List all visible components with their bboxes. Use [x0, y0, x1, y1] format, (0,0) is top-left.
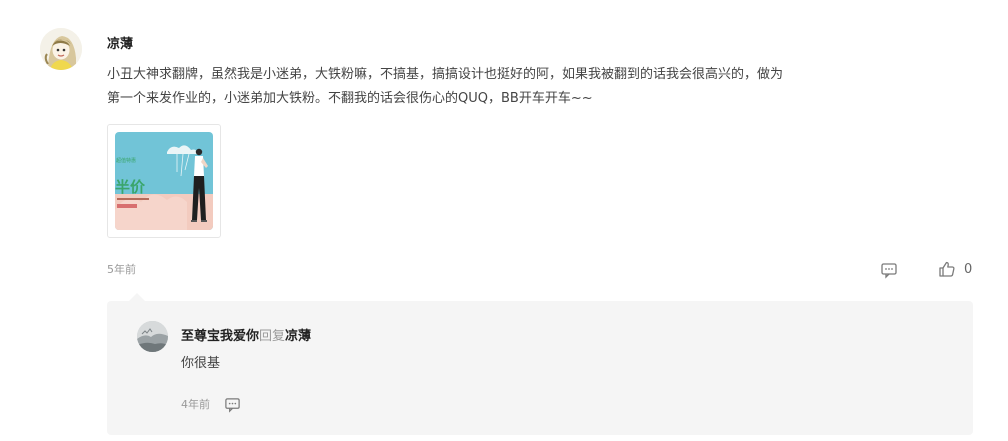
author-name[interactable]: 凉薄 [107, 36, 133, 54]
comment-text: 小丑大神求翻牌，虽然我是小迷弟，大铁粉嘛，不搞基，搞搞设计也挺好的阿，如果我被翻… [107, 67, 784, 106]
reply-author-avatar[interactable] [137, 321, 168, 352]
poster-image: 超值特惠 半价 [115, 132, 213, 230]
reply-thread: 至尊宝我爱你回复凉薄 你很基 4年前 [107, 301, 973, 435]
svg-text:超值特惠: 超值特惠 [116, 157, 136, 164]
comment-item: 凉薄 小丑大神求翻牌，虽然我是小迷弟，大铁粉嘛，不搞基，搞搞设计也挺好的阿，如果… [0, 0, 1008, 441]
reply-header: 至尊宝我爱你回复凉薄 [181, 328, 311, 346]
thumbs-up-icon [939, 261, 955, 277]
reply-author-name[interactable]: 至尊宝我爱你 [181, 329, 259, 344]
reply-timestamp: 4年前 [181, 398, 210, 411]
reply-box-pointer [129, 293, 145, 301]
comment-bubble-icon [225, 398, 240, 413]
like-count: 0 [964, 261, 973, 277]
comment-bubble-icon [881, 263, 897, 279]
poster-thumbnail-icon[interactable]: 超值特惠 半价 [115, 132, 213, 230]
reply-label: 回复 [259, 329, 286, 344]
reply-target-name[interactable]: 凉薄 [285, 329, 311, 344]
reply-button[interactable] [880, 261, 898, 279]
comment-timestamp: 5年前 [107, 263, 136, 276]
landscape-avatar-icon [137, 321, 168, 352]
poster-text: 半价 [115, 178, 146, 196]
author-avatar[interactable] [40, 28, 82, 70]
reply-text: 你很基 [181, 356, 221, 371]
reply-to-reply-button[interactable] [224, 396, 241, 413]
attachment-frame[interactable]: 超值特惠 半价 [107, 124, 221, 238]
cartoon-avatar-icon [40, 28, 82, 70]
like-button[interactable]: 0 [938, 259, 972, 279]
